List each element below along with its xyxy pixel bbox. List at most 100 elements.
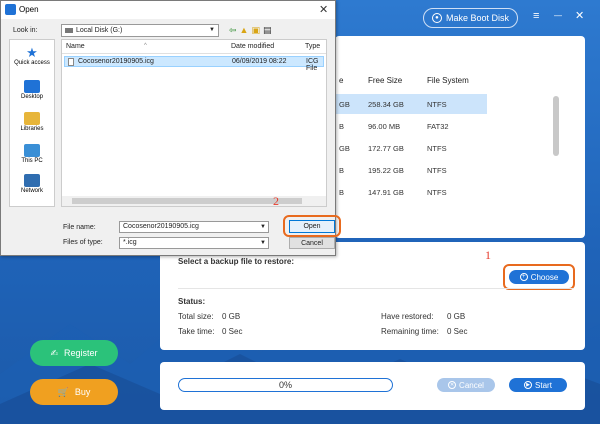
dialog-toolbar: ⇦▲▣▤: [229, 25, 275, 36]
remaining-time-value: 0 Sec: [447, 327, 468, 336]
cancel-button[interactable]: ✕ Cancel: [437, 378, 495, 392]
minimize-icon[interactable]: —: [554, 10, 562, 22]
place-quick-access-label: Quick access: [14, 60, 50, 66]
disk-list-panel: e Free Size File System GB 258.34 GB NTFS B…: [335, 36, 585, 238]
file-name: Cocosenor20190905.icg: [78, 58, 154, 65]
drive-icon: [65, 28, 73, 33]
disk-col-free-size: Free Size: [368, 76, 403, 85]
place-desktop[interactable]: Desktop: [10, 80, 54, 100]
disk-row[interactable]: GB 172.77 GB NTFS: [335, 138, 487, 158]
place-quick-access[interactable]: ★ Quick access: [10, 46, 54, 66]
col-type[interactable]: Type: [305, 43, 320, 50]
disk-row[interactable]: B 96.00 MB FAT32: [335, 116, 487, 136]
file-date: 06/09/2019 08:22: [232, 58, 287, 65]
buy-label: Buy: [74, 387, 91, 397]
restore-title: Select a backup file to restore:: [178, 257, 295, 266]
choose-label: Choose: [530, 272, 559, 282]
disk-row[interactable]: GB 258.34 GB NTFS: [335, 94, 487, 114]
step-1-annotation: 1: [485, 248, 491, 262]
col-name[interactable]: Name: [66, 43, 85, 50]
chevron-down-icon: ▼: [260, 224, 266, 230]
file-icon: [68, 58, 74, 66]
disk-col-file-system: File System: [427, 76, 469, 85]
file-list: ^ Name Date modified Type Cocosenor20190…: [61, 39, 327, 207]
start-label: Start: [535, 380, 552, 390]
disk-cell-used-tail: GB: [339, 100, 350, 109]
cancel-label: Cancel: [459, 380, 484, 390]
progress-bar: 0%: [178, 378, 393, 392]
disk-cell-used-tail: B: [339, 188, 345, 197]
disk-list-scrollbar[interactable]: [553, 96, 559, 156]
disk-row[interactable]: B 195.22 GB NTFS: [335, 160, 487, 180]
view-menu-icon[interactable]: ▤: [263, 25, 275, 35]
new-folder-icon[interactable]: ▣: [251, 25, 263, 35]
star-icon: ★: [26, 45, 38, 60]
disk-row[interactable]: B 147.91 GB NTFS: [335, 182, 487, 202]
desktop-icon: [24, 80, 40, 93]
remaining-time-label: Remaining time:: [381, 327, 439, 336]
disk-col-size-tail: e: [339, 76, 344, 85]
make-boot-disk-button[interactable]: ● Make Boot Disk: [423, 8, 518, 28]
chevron-down-icon: ▼: [260, 240, 266, 246]
file-type: ICG File: [306, 58, 319, 72]
file-list-hscrollbar[interactable]: [62, 196, 326, 206]
files-of-type-value: *.icg: [123, 239, 137, 246]
disk-cell-free: 96.00 MB: [368, 122, 401, 131]
open-button[interactable]: Open: [289, 220, 335, 233]
place-network[interactable]: Network: [10, 174, 54, 194]
cart-icon: 🛒: [57, 386, 69, 397]
take-time-value: 0 Sec: [222, 327, 243, 336]
dialog-close-icon[interactable]: ✕: [319, 3, 328, 16]
files-of-type-select[interactable]: *.icg ▼: [119, 237, 269, 249]
place-this-pc[interactable]: This PC: [10, 144, 54, 164]
col-date-modified[interactable]: Date modified: [231, 43, 274, 50]
disk-cell-used-tail: GB: [339, 144, 350, 153]
dialog-title: Open: [19, 5, 39, 14]
choose-highlight-ring: + Choose: [503, 264, 575, 290]
chevron-down-icon: ▼: [209, 27, 215, 33]
disk-cell-fs: NTFS: [427, 100, 447, 109]
buy-button[interactable]: 🛒 Buy: [30, 379, 118, 405]
take-time-label: Take time:: [178, 327, 215, 336]
disk-cell-fs: NTFS: [427, 188, 447, 197]
register-button[interactable]: ✍ Register: [30, 340, 118, 366]
disk-cell-fs: NTFS: [427, 166, 447, 175]
up-folder-icon[interactable]: ▲: [240, 25, 252, 35]
progress-panel: 0% ✕ Cancel ▶ Start: [160, 362, 585, 410]
back-icon[interactable]: ⇦: [229, 25, 240, 35]
progress-percent: 0%: [278, 380, 292, 390]
choose-button[interactable]: + Choose: [509, 270, 569, 284]
disk-cell-free: 147.91 GB: [368, 188, 404, 197]
close-icon[interactable]: ✕: [575, 10, 584, 22]
menu-icon[interactable]: ≡: [533, 10, 539, 22]
dialog-title-bar: Open ✕: [1, 1, 335, 19]
look-in-label: Look in:: [13, 27, 38, 34]
file-name-input[interactable]: Cocosenor20190905.icg ▼: [119, 221, 269, 233]
hscroll-thumb[interactable]: [72, 198, 302, 204]
disc-icon: ●: [431, 13, 442, 23]
look-in-dropdown[interactable]: Local Disk (G:) ▼: [61, 24, 219, 37]
status-label: Status:: [178, 297, 206, 306]
total-size-value: 0 GB: [222, 312, 241, 321]
restore-panel: Select a backup file to restore: + Choos…: [160, 242, 585, 350]
file-name-input-value: Cocosenor20190905.icg: [123, 223, 199, 230]
place-network-label: Network: [20, 188, 43, 194]
disk-cell-fs: NTFS: [427, 144, 447, 153]
place-libraries[interactable]: Libraries: [10, 112, 54, 132]
dialog-cancel-button[interactable]: Cancel: [289, 237, 335, 249]
files-of-type-label: Files of type:: [63, 239, 103, 246]
libraries-icon: [24, 112, 40, 125]
disk-cell-fs: FAT32: [427, 122, 449, 131]
make-boot-disk-label: Make Boot Disk: [445, 13, 510, 23]
disk-cell-free: 195.22 GB: [368, 166, 404, 175]
play-icon: ▶: [524, 381, 533, 389]
restore-divider: [178, 288, 573, 289]
start-button[interactable]: ▶ Start: [509, 378, 567, 392]
disk-cell-used-tail: B: [339, 122, 345, 131]
step-2-annotation: 2: [273, 194, 279, 208]
register-label: Register: [64, 348, 98, 358]
file-row[interactable]: Cocosenor20190905.icg 06/09/2019 08:22 I…: [64, 56, 324, 72]
place-desktop-label: Desktop: [20, 94, 43, 100]
place-libraries-label: Libraries: [20, 126, 44, 132]
look-in-value: Local Disk (G:): [76, 27, 123, 34]
